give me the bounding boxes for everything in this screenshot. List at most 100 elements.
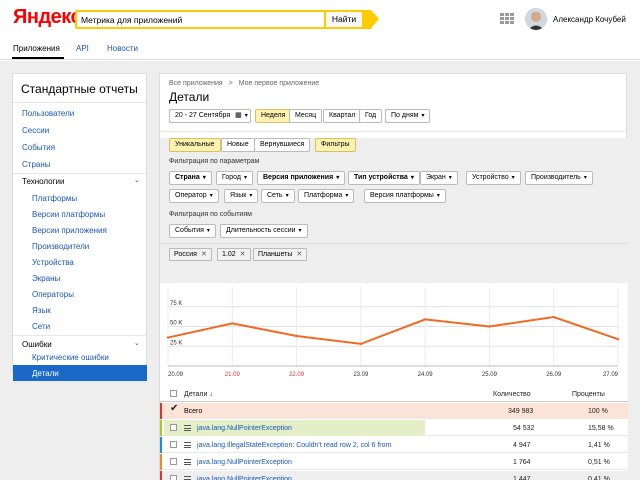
x-tick-label: 25.09 bbox=[482, 372, 498, 378]
sidebar-item-events[interactable]: События bbox=[22, 143, 55, 152]
table-row[interactable]: java.lang.NullPointerException 1 764 0,51 … bbox=[160, 454, 628, 470]
search-button[interactable]: Найти bbox=[326, 12, 362, 27]
close-icon[interactable]: ✕ bbox=[201, 251, 207, 258]
row-name[interactable]: java.lang.NullPointerException bbox=[197, 476, 292, 480]
breadcrumb-all-apps[interactable]: Все приложения bbox=[169, 80, 223, 87]
col-header-percent[interactable]: Проценты bbox=[572, 391, 605, 398]
table-row[interactable]: java.lang.NullPointerException 1 447 0,41 … bbox=[160, 471, 628, 480]
filter-screen[interactable]: Экран ▾ bbox=[420, 171, 458, 185]
row-count: 1 447 bbox=[513, 476, 531, 480]
user-type-new-button[interactable]: Новые bbox=[221, 138, 255, 152]
page-body: Стандартные отчеты Пользователи Сессии С… bbox=[0, 61, 640, 480]
top-bar: Яндекс Найти Александр Кочубей bbox=[0, 0, 640, 38]
user-name[interactable]: Александр Кочубей bbox=[553, 15, 626, 24]
period-month-button[interactable]: Месяц bbox=[289, 109, 323, 123]
sidebar-item-screens[interactable]: Экраны bbox=[32, 274, 60, 283]
filter-platform-version[interactable]: Версия платформы ▾ bbox=[364, 189, 446, 203]
sidebar-item-networks[interactable]: Сети bbox=[32, 322, 50, 331]
table-row-total[interactable]: ✔ Всего 349 983 100 % bbox=[160, 403, 628, 419]
filter-platform[interactable]: Платформа ▾ bbox=[298, 189, 355, 203]
nav-item-applications[interactable]: Приложения bbox=[13, 44, 60, 53]
filter-session-duration-label: Длительность сессии bbox=[226, 227, 296, 234]
date-range-picker[interactable]: 20 - 27 Сентября ▦ ▾ bbox=[169, 109, 251, 123]
row-percent: 0,41 % bbox=[588, 476, 610, 480]
sidebar-item-details[interactable]: Детали bbox=[13, 365, 147, 381]
search-input[interactable] bbox=[77, 12, 324, 27]
row-checkbox[interactable] bbox=[170, 424, 177, 431]
filter-events[interactable]: События ▾ bbox=[169, 224, 216, 238]
filter-city[interactable]: Город ▾ bbox=[216, 171, 253, 185]
table-row[interactable]: java.lang.IllegalStateException: Couldn'… bbox=[160, 437, 628, 453]
sidebar-item-devices[interactable]: Устройства bbox=[32, 258, 74, 267]
nav-item-api[interactable]: API bbox=[76, 44, 89, 53]
filter-operator[interactable]: Оператор ▾ bbox=[169, 189, 219, 203]
sidebar-item-app-versions[interactable]: Версии приложения bbox=[32, 226, 107, 235]
apps-grid-icon[interactable] bbox=[500, 13, 514, 25]
filter-device[interactable]: Устройство ▾ bbox=[466, 171, 521, 185]
row-name[interactable]: java.lang.NullPointerException bbox=[197, 425, 292, 432]
filter-device-type[interactable]: Тип устройства ▾ bbox=[348, 171, 420, 185]
row-name[interactable]: java.lang.NullPointerException bbox=[197, 459, 292, 466]
table-row[interactable]: java.lang.NullPointerException 54 532 15,5… bbox=[160, 420, 628, 436]
filters-button[interactable]: Фильтры bbox=[315, 138, 356, 152]
nav-item-news[interactable]: Новости bbox=[107, 44, 138, 53]
close-icon[interactable]: ✕ bbox=[296, 251, 302, 258]
col-header-count[interactable]: Количество bbox=[493, 391, 531, 398]
search-arrow-decoration bbox=[371, 10, 379, 28]
period-week-button[interactable]: Неделя bbox=[255, 109, 292, 123]
row-checkbox[interactable] bbox=[170, 475, 177, 480]
filter-session-duration[interactable]: Длительность сессии ▾ bbox=[220, 224, 308, 238]
sidebar-item-users[interactable]: Пользователи bbox=[22, 109, 74, 118]
sidebar-item-language[interactable]: Язык bbox=[32, 306, 51, 315]
breadcrumb: Все приложения > Мое первое приложение bbox=[169, 80, 319, 87]
list-icon[interactable] bbox=[184, 476, 191, 480]
row-checkbox[interactable] bbox=[170, 441, 177, 448]
avatar[interactable] bbox=[525, 8, 547, 30]
filter-device-label: Устройство bbox=[472, 174, 509, 181]
yandex-logo[interactable]: Яндекс bbox=[13, 6, 82, 29]
sidebar-item-platform-versions[interactable]: Версии платформы bbox=[32, 210, 105, 219]
search-box: Найти bbox=[75, 10, 379, 29]
user-type-returning-button[interactable]: Вернувшиеся bbox=[254, 138, 311, 152]
period-quarter-button[interactable]: Квартал bbox=[323, 109, 362, 123]
sidebar-item-platforms[interactable]: Платформы bbox=[32, 194, 77, 203]
list-icon[interactable] bbox=[184, 425, 191, 431]
filter-country[interactable]: Страна ▾ bbox=[169, 171, 212, 185]
row-checkbox[interactable] bbox=[170, 458, 177, 465]
filter-app-version-label: Версия приложения bbox=[263, 174, 334, 181]
close-icon[interactable]: ✕ bbox=[240, 251, 246, 258]
sidebar-item-sessions[interactable]: Сессии bbox=[22, 126, 49, 135]
select-all-checkbox[interactable] bbox=[170, 390, 177, 397]
checked-checkbox-icon[interactable]: ✔ bbox=[170, 404, 178, 414]
chart-svg: 75 K 50 K 25 K 20.09 21.09 22.09 23.09 24.09 25.… bbox=[166, 287, 620, 378]
row-count: 1 764 bbox=[513, 459, 531, 466]
x-tick-label: 26.09 bbox=[546, 372, 562, 378]
filter-network[interactable]: Сеть ▾ bbox=[261, 189, 295, 203]
sidebar-item-critical-errors[interactable]: Критические ошибки bbox=[32, 353, 109, 362]
user-type-unique-button[interactable]: Уникальные bbox=[169, 138, 221, 152]
row-name[interactable]: java.lang.IllegalStateException: Couldn'… bbox=[197, 442, 391, 449]
filter-screen-label: Экран bbox=[426, 174, 446, 181]
col-header-details[interactable]: Детали ↓ bbox=[184, 391, 213, 398]
breadcrumb-app[interactable]: Мое первое приложение bbox=[239, 80, 319, 87]
data-point bbox=[166, 336, 170, 339]
list-icon[interactable] bbox=[184, 459, 191, 465]
x-tick-label: 24.09 bbox=[418, 372, 434, 378]
active-filter-chip[interactable]: Россия ✕ bbox=[169, 248, 212, 261]
sidebar-group-errors[interactable]: Ошибки bbox=[22, 340, 52, 349]
active-filter-chip[interactable]: 1.02 ✕ bbox=[217, 248, 251, 261]
granularity-dropdown[interactable]: По дням ▾ bbox=[385, 109, 431, 123]
filter-language[interactable]: Язык ▾ bbox=[224, 189, 259, 203]
chevron-down-icon[interactable]: ⌄ bbox=[134, 340, 140, 347]
period-year-button[interactable]: Год bbox=[359, 109, 383, 123]
list-icon[interactable] bbox=[184, 442, 191, 448]
sidebar-item-operators[interactable]: Операторы bbox=[32, 290, 74, 299]
filter-manufacturer[interactable]: Производитель ▾ bbox=[525, 171, 593, 185]
filter-app-version[interactable]: Версия приложения ▾ bbox=[257, 171, 346, 185]
filter-network-label: Сеть bbox=[267, 192, 283, 199]
sidebar-group-technologies[interactable]: Технологии bbox=[22, 177, 64, 186]
chevron-down-icon[interactable]: ⌄ bbox=[134, 177, 140, 184]
active-filter-chip[interactable]: Планшеты ✕ bbox=[253, 248, 308, 261]
sidebar-item-countries[interactable]: Страны bbox=[22, 160, 51, 169]
sidebar-item-manufacturers[interactable]: Производители bbox=[32, 242, 89, 251]
